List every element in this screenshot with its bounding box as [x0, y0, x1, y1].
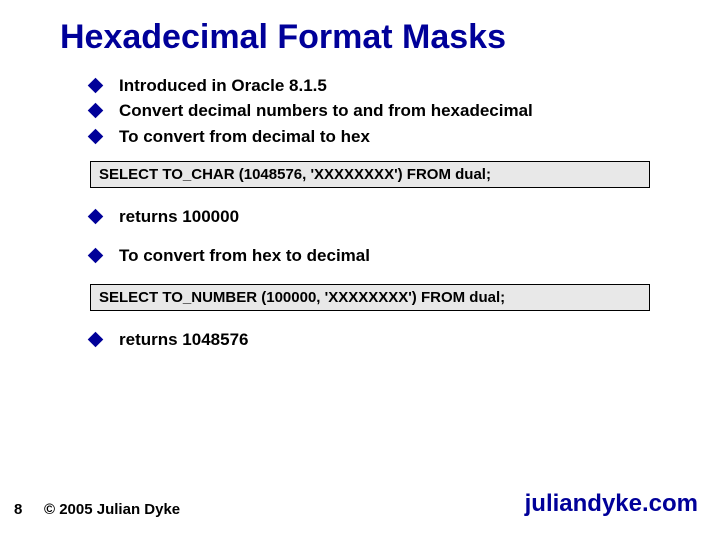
- bullet-item: To convert from hex to decimal: [90, 245, 720, 266]
- diamond-icon: [88, 128, 104, 144]
- bullet-group-mid: returns 100000 To convert from hex to de…: [90, 206, 720, 267]
- bullet-text: returns 100000: [119, 206, 239, 227]
- copyright-text: © 2005 Julian Dyke: [44, 501, 180, 518]
- bullet-item: Introduced in Oracle 8.1.5: [90, 75, 720, 96]
- bullet-item: returns 100000: [90, 206, 720, 227]
- bullet-item: To convert from decimal to hex: [90, 126, 720, 147]
- bullet-group-top: Introduced in Oracle 8.1.5 Convert decim…: [90, 75, 720, 147]
- footer: 8 © 2005 Julian Dyke juliandyke.com: [0, 501, 720, 518]
- diamond-icon: [88, 103, 104, 119]
- bullet-text: Introduced in Oracle 8.1.5: [119, 75, 327, 96]
- code-box: SELECT TO_NUMBER (100000, 'XXXXXXXX') FR…: [90, 284, 650, 311]
- bullet-group-bot: returns 1048576: [90, 329, 720, 350]
- diamond-icon: [88, 78, 104, 94]
- diamond-icon: [88, 332, 104, 348]
- diamond-icon: [88, 248, 104, 264]
- code-box: SELECT TO_CHAR (1048576, 'XXXXXXXX') FRO…: [90, 161, 650, 188]
- site-name: juliandyke.com: [525, 490, 698, 518]
- diamond-icon: [88, 208, 104, 224]
- bullet-text: returns 1048576: [119, 329, 248, 350]
- bullet-item: Convert decimal numbers to and from hexa…: [90, 100, 720, 121]
- bullet-text: Convert decimal numbers to and from hexa…: [119, 100, 533, 121]
- slide: Hexadecimal Format Masks Introduced in O…: [0, 0, 720, 351]
- slide-title: Hexadecimal Format Masks: [60, 18, 720, 57]
- bullet-text: To convert from decimal to hex: [119, 126, 370, 147]
- bullet-item: returns 1048576: [90, 329, 720, 350]
- page-number: 8: [14, 501, 44, 518]
- bullet-text: To convert from hex to decimal: [119, 245, 370, 266]
